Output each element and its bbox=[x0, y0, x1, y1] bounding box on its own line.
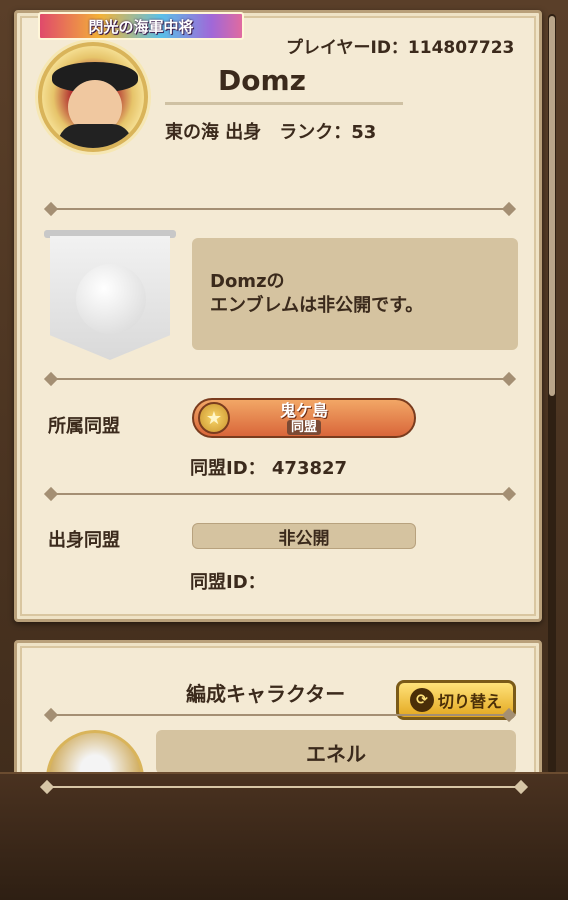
alliance-banner[interactable]: ★ 鬼ケ島 同盟 bbox=[192, 398, 416, 438]
switch-icon: ⟳ bbox=[409, 688, 434, 712]
section-divider bbox=[48, 493, 512, 495]
emblem-message-line2: エンブレムは非公開です。 bbox=[210, 295, 424, 316]
bottom-divider bbox=[44, 786, 524, 788]
bottom-panel bbox=[0, 772, 568, 900]
section-divider bbox=[48, 378, 512, 380]
emblem-message-line1: Domzの bbox=[210, 271, 285, 292]
origin-alliance-label: 出身同盟 bbox=[48, 530, 120, 551]
alliance-label: 所属同盟 bbox=[48, 416, 120, 437]
title-badge: 閃光の海軍中将 bbox=[38, 12, 244, 40]
scrollbar-thumb[interactable] bbox=[549, 16, 555, 396]
emblem-message-box: Domzの エンブレムは非公開です。 bbox=[192, 238, 518, 350]
origin-rank: 東の海 出身 ランク：53 bbox=[165, 122, 377, 143]
emblem-flag-icon bbox=[44, 230, 176, 362]
section-divider bbox=[48, 714, 512, 716]
character-name: エネル bbox=[156, 730, 516, 774]
emblem-circle bbox=[76, 264, 146, 334]
player-name: Domz bbox=[218, 64, 306, 97]
avatar-body bbox=[58, 124, 132, 148]
origin-alliance-status: 非公開 bbox=[192, 523, 416, 549]
section-divider bbox=[48, 208, 512, 210]
alliance-id: 同盟ID： 473827 bbox=[190, 458, 348, 479]
origin-alliance-id: 同盟ID： bbox=[190, 572, 266, 593]
formation-title: 編成キャラクター bbox=[186, 682, 346, 706]
alliance-name: 鬼ケ島 bbox=[279, 400, 328, 420]
switch-label: 切り替え bbox=[437, 692, 502, 711]
player-id: プレイヤーID：114807723 bbox=[286, 38, 515, 58]
star-icon: ★ bbox=[198, 402, 230, 434]
name-underline bbox=[165, 102, 403, 105]
player-avatar[interactable] bbox=[38, 42, 148, 152]
alliance-tag: 同盟 bbox=[286, 419, 321, 435]
